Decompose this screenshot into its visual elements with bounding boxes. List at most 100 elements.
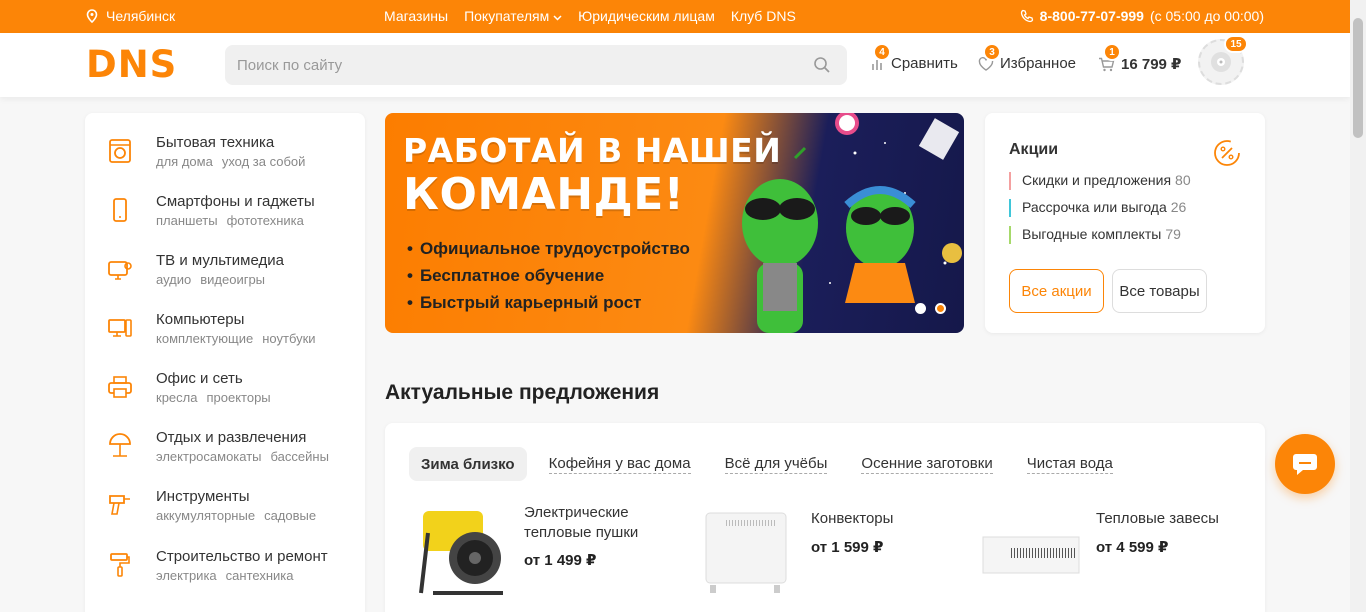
favorites-count-badge: 3 (983, 43, 1001, 61)
sidebar-sublink[interactable]: сантехника (226, 568, 294, 583)
sidebar-item-title: Компьютеры (156, 311, 245, 328)
product-card[interactable]: Электрические тепловые пушки от 1 499 ₽ (413, 503, 673, 603)
cart-button[interactable]: 16 799 ₽ 1 (1098, 43, 1181, 73)
all-promos-button[interactable]: Все акции (1009, 269, 1104, 313)
sidebar-item-office[interactable]: Офис и сеть кресла проекторы (85, 370, 365, 420)
phone-block[interactable]: 8-800-77-07-999 (с 05:00 до 00:00) (1020, 8, 1264, 24)
sidebar-sublink[interactable]: ноутбуки (262, 331, 315, 346)
product-card[interactable]: Конвекторы от 1 599 ₽ (696, 503, 956, 603)
nav-customers-label: Покупателям (464, 8, 550, 24)
favorites-button[interactable]: Избранное 3 (978, 43, 1076, 72)
carousel-dot-active[interactable] (935, 303, 946, 314)
drill-icon (109, 495, 130, 515)
tab-label: Чистая вода (1026, 454, 1113, 474)
sidebar-sublink[interactable]: уход за собой (222, 154, 306, 169)
sidebar-item-appliances[interactable]: Бытовая техника для дома уход за собой (85, 134, 365, 184)
scrollbar[interactable] (1350, 0, 1366, 612)
tab-autumn[interactable]: Осенние заготовки (861, 447, 993, 481)
sidebar-sublink[interactable]: комплектующие (156, 331, 253, 346)
sidebar-item-subtitle: комплектующие ноутбуки (156, 331, 316, 346)
sidebar-sublink[interactable]: видеоигры (200, 272, 265, 287)
chat-button[interactable] (1275, 434, 1335, 494)
top-nav: Магазины Покупателям Юридическим лицам К… (384, 8, 796, 24)
sidebar-item-subtitle: аудио видеоигры (156, 272, 265, 287)
top-bar: Челябинск Магазины Покупателям Юридическ… (0, 0, 1350, 33)
banner-bullet: Быстрый карьерный рост (407, 293, 690, 320)
sidebar-item-subtitle: электрика сантехника (156, 568, 293, 583)
washing-machine-icon (109, 139, 131, 163)
product-name-line: тепловые пушки (524, 524, 639, 541)
sidebar-item-smartphones[interactable]: Смартфоны и гаджеты планшеты фототехника (85, 193, 365, 243)
scrollbar-thumb[interactable] (1353, 18, 1363, 138)
sidebar-item-title: Инструменты (156, 488, 250, 505)
sidebar-item-tools[interactable]: Инструменты аккумуляторные садовые (85, 488, 365, 538)
phone-hours: (с 05:00 до 00:00) (1149, 8, 1264, 24)
sidebar-item-leisure[interactable]: Отдых и развлечения электросамокаты бассе… (85, 429, 365, 479)
sidebar-sublink[interactable]: электросамокаты (156, 449, 262, 464)
nav-customers-link[interactable]: Покупателям (464, 8, 562, 24)
search-input[interactable] (225, 45, 785, 85)
sidebar-sublink[interactable]: планшеты (156, 213, 218, 228)
promo-link-count: 79 (1165, 226, 1181, 242)
sidebar-sublink[interactable]: аудио (156, 272, 191, 287)
sidebar-sublink[interactable]: кресла (156, 390, 197, 405)
sidebar-item-subtitle: планшеты фототехника (156, 213, 304, 228)
heat-curtain-image (982, 536, 1080, 574)
printer-icon (108, 376, 132, 398)
promo-link-installments[interactable]: Рассрочка или выгода 26 (1009, 199, 1186, 217)
sidebar-sublink[interactable]: электрика (156, 568, 217, 583)
tab-coffee[interactable]: Кофейня у вас дома (548, 447, 691, 481)
promo-link-count: 26 (1170, 199, 1187, 215)
compare-button[interactable]: Сравнить 4 (871, 43, 958, 72)
tab-study[interactable]: Всё для учёбы (724, 447, 828, 481)
hero-banner[interactable]: РАБОТАЙ В НАШЕЙ КОМАНДЕ! Официальное тру… (385, 113, 964, 333)
sidebar-sublink[interactable]: проекторы (206, 390, 270, 405)
banner-heading-line: КОМАНДЕ! (403, 169, 685, 220)
banner-bullets: Официальное трудоустройство Бесплатное о… (407, 239, 690, 320)
carousel-dot[interactable] (915, 303, 926, 314)
search-icon[interactable] (813, 56, 831, 74)
nav-club-link[interactable]: Клуб DNS (731, 8, 796, 24)
tab-water[interactable]: Чистая вода (1026, 447, 1113, 481)
dns-logo[interactable]: DNS (86, 47, 206, 81)
compare-label: Сравнить (891, 55, 958, 72)
sidebar-item-subtitle: электросамокаты бассейны (156, 449, 329, 464)
product-card[interactable]: Тепловые завесы от 4 599 ₽ (981, 503, 1241, 603)
discount-icon (1214, 140, 1240, 166)
sidebar-item-title: Отдых и развлечения (156, 429, 307, 446)
paint-roller-icon (110, 553, 130, 577)
promo-link-bundles[interactable]: Выгодные комплекты 79 (1009, 226, 1181, 244)
product-price: от 1 499 ₽ (524, 552, 597, 569)
sidebar-sublink[interactable]: бассейны (271, 449, 329, 464)
all-goods-button[interactable]: Все товары (1112, 269, 1207, 313)
sidebar-sublink[interactable]: для дома (156, 154, 213, 169)
chevron-down-icon (553, 15, 562, 21)
city-selector[interactable]: Челябинск (86, 8, 175, 24)
offers-panel: Зима близко Кофейня у вас дома Всё для у… (385, 423, 1265, 612)
promo-link-count: 80 (1175, 172, 1191, 188)
tab-label: Осенние заготовки (861, 454, 993, 474)
sidebar-sublink[interactable]: аккумуляторные (156, 508, 255, 523)
phone-number: 8-800-77-07-999 (1039, 8, 1144, 24)
promotions-title: Акции (1009, 141, 1059, 158)
sidebar-item-computers[interactable]: Компьютеры комплектующие ноутбуки (85, 311, 365, 361)
tv-icon (108, 261, 132, 280)
phone-icon (1020, 9, 1033, 23)
sidebar-item-construction[interactable]: Строительство и ремонт электрика сантехни… (85, 548, 365, 598)
chat-icon (1293, 454, 1317, 475)
profile-count-badge: 15 (1224, 35, 1248, 53)
product-name: Тепловые завесы (1096, 510, 1219, 527)
promo-link-discounts[interactable]: Скидки и предложения 80 (1009, 172, 1191, 190)
sidebar-sublink[interactable]: фототехника (227, 213, 304, 228)
beach-umbrella-icon (109, 433, 131, 457)
tab-winter[interactable]: Зима близко (409, 447, 527, 481)
nav-business-link[interactable]: Юридическим лицам (578, 8, 715, 24)
sidebar-item-tv[interactable]: ТВ и мультимедиа аудио видеоигры (85, 252, 365, 302)
nav-stores-link[interactable]: Магазины (384, 8, 448, 24)
sidebar-sublink[interactable]: садовые (264, 508, 316, 523)
promo-link-label: Скидки и предложения (1022, 172, 1172, 188)
sidebar-item-title: Бытовая техника (156, 134, 275, 151)
avatar-icon (1211, 52, 1231, 72)
profile-avatar[interactable]: 15 (1198, 35, 1248, 85)
computer-icon (108, 319, 132, 337)
